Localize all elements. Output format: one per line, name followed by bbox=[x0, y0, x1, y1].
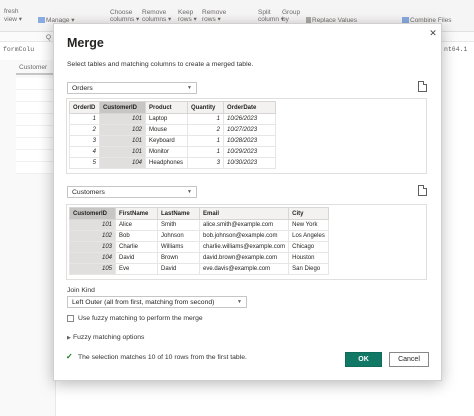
table-cell: 3 bbox=[69, 135, 100, 147]
table-cell: 101 bbox=[69, 219, 116, 231]
table-cell: bob.johnson@example.com bbox=[198, 230, 290, 242]
table-cell: charlie.williams@example.com bbox=[198, 241, 290, 253]
status-message: The selection matches 10 of 10 rows from… bbox=[78, 354, 247, 361]
table-cell: Charlie bbox=[115, 241, 158, 253]
table-cell: 101 bbox=[99, 113, 146, 125]
table-cell: 101 bbox=[99, 146, 146, 158]
file-preview-icon[interactable] bbox=[418, 185, 427, 196]
table-cell: 1 bbox=[187, 146, 224, 158]
table-cell: Bob bbox=[115, 230, 158, 242]
second-table-grid: CustomerID FirstName LastName Email City 101… bbox=[69, 207, 329, 275]
table-row: 2 102 Mouse 2 10/27/2023 bbox=[69, 124, 276, 136]
second-table-value: Customers bbox=[72, 189, 105, 196]
table-row: 1 101 Laptop 1 10/26/2023 bbox=[69, 113, 276, 125]
table-cell: Los Angeles bbox=[288, 230, 329, 242]
table-cell: 102 bbox=[99, 124, 146, 136]
fuzzy-matching-label: Use fuzzy matching to perform the merge bbox=[78, 315, 203, 322]
column-header[interactable]: FirstName bbox=[115, 207, 158, 220]
table-cell: Houston bbox=[288, 252, 329, 264]
chevron-down-icon: ▼ bbox=[187, 85, 192, 91]
table-cell: 2 bbox=[69, 124, 100, 136]
table-cell: 1 bbox=[187, 113, 224, 125]
first-table-select[interactable]: Orders ▼ bbox=[67, 82, 197, 94]
table-cell: 3 bbox=[187, 157, 224, 169]
file-preview-icon[interactable] bbox=[418, 81, 427, 92]
table-cell: David bbox=[157, 263, 200, 275]
column-header[interactable]: CustomerID bbox=[99, 101, 146, 114]
first-table-value: Orders bbox=[72, 85, 93, 92]
ok-button[interactable]: OK bbox=[345, 352, 382, 367]
column-header[interactable]: Product bbox=[145, 101, 188, 114]
table-cell: Williams bbox=[157, 241, 200, 253]
chevron-right-icon[interactable]: ▶ bbox=[67, 335, 71, 341]
column-header[interactable]: LastName bbox=[157, 207, 200, 220]
join-kind-label: Join Kind bbox=[67, 287, 95, 294]
close-icon[interactable]: ✕ bbox=[428, 28, 438, 38]
column-header[interactable]: OrderDate bbox=[223, 101, 276, 114]
second-table-select[interactable]: Customers ▼ bbox=[67, 186, 197, 198]
table-cell: 1 bbox=[187, 135, 224, 147]
table-cell: Brown bbox=[157, 252, 200, 264]
column-header[interactable]: City bbox=[288, 207, 329, 220]
column-header[interactable]: Email bbox=[198, 207, 290, 220]
table-row: 5 104 Headphones 3 10/30/2023 bbox=[69, 157, 276, 169]
table-cell: 104 bbox=[99, 157, 146, 169]
table-cell: 10/30/2023 bbox=[223, 157, 276, 169]
table-row: 101 Alice Smith alice.smith@example.com New … bbox=[69, 219, 329, 231]
dialog-subtitle: Select tables and matching columns to cr… bbox=[67, 61, 254, 68]
table-row: 105 Eve David eve.davis@example.com San Dieg… bbox=[69, 263, 329, 275]
table-row: 102 Bob Johnson bob.johnson@example.com Los … bbox=[69, 230, 329, 242]
table-cell: 105 bbox=[69, 263, 116, 275]
table-cell: 103 bbox=[69, 241, 116, 253]
column-header[interactable]: OrderID bbox=[69, 101, 100, 114]
fuzzy-options-toggle[interactable]: Fuzzy matching options bbox=[73, 334, 144, 341]
table-cell: 5 bbox=[69, 157, 100, 169]
table-row: 3 101 Keyboard 1 10/28/2023 bbox=[69, 135, 276, 147]
table-cell: Monitor bbox=[145, 146, 188, 158]
table-cell: Smith bbox=[157, 219, 200, 231]
fuzzy-matching-checkbox[interactable] bbox=[67, 315, 74, 322]
join-kind-value: Left Outer (all from first, matching fro… bbox=[72, 299, 215, 306]
table-cell: Mouse bbox=[145, 124, 188, 136]
table-cell: 4 bbox=[69, 146, 100, 158]
chevron-down-icon: ▼ bbox=[237, 299, 242, 305]
table-row: 104 David Brown david.brown@example.com Hous… bbox=[69, 252, 329, 264]
chevron-down-icon: ▼ bbox=[187, 189, 192, 195]
table-row: 4 101 Monitor 1 10/29/2023 bbox=[69, 146, 276, 158]
table-cell: alice.smith@example.com bbox=[198, 219, 290, 231]
cancel-button[interactable]: Cancel bbox=[389, 352, 429, 367]
table-cell: Alice bbox=[115, 219, 158, 231]
table-cell: 1 bbox=[69, 113, 100, 125]
table-cell: 102 bbox=[69, 230, 116, 242]
first-table-grid: OrderID CustomerID Product Quantity OrderDat… bbox=[69, 101, 276, 169]
merge-dialog: ✕ Merge Select tables and matching colum… bbox=[53, 23, 442, 381]
table-cell: 101 bbox=[99, 135, 146, 147]
table-cell: New York bbox=[288, 219, 329, 231]
first-table-preview: OrderID CustomerID Product Quantity OrderDat… bbox=[66, 98, 427, 174]
table-cell: San Diego bbox=[288, 263, 329, 275]
table-cell: Keyboard bbox=[145, 135, 188, 147]
table-cell: 10/29/2023 bbox=[223, 146, 276, 158]
table-row: 103 Charlie Williams charlie.williams@examp… bbox=[69, 241, 329, 253]
column-header[interactable]: Quantity bbox=[187, 101, 224, 114]
table-cell: 10/27/2023 bbox=[223, 124, 276, 136]
table-cell: Eve bbox=[115, 263, 158, 275]
join-kind-select[interactable]: Left Outer (all from first, matching fro… bbox=[67, 296, 247, 308]
table-cell: 10/26/2023 bbox=[223, 113, 276, 125]
second-table-preview: CustomerID FirstName LastName Email City 101… bbox=[66, 204, 427, 280]
checkmark-icon: ✓ bbox=[66, 352, 73, 361]
table-cell: David bbox=[115, 252, 158, 264]
table-cell: Laptop bbox=[145, 113, 188, 125]
dialog-title: Merge bbox=[67, 36, 104, 50]
table-cell: david.brown@example.com bbox=[198, 252, 290, 264]
table-cell: Headphones bbox=[145, 157, 188, 169]
table-cell: Johnson bbox=[157, 230, 200, 242]
table-cell: 104 bbox=[69, 252, 116, 264]
table-cell: 2 bbox=[187, 124, 224, 136]
table-cell: eve.davis@example.com bbox=[198, 263, 290, 275]
column-header[interactable]: CustomerID bbox=[69, 207, 116, 220]
table-cell: Chicago bbox=[288, 241, 329, 253]
table-cell: 10/28/2023 bbox=[223, 135, 276, 147]
